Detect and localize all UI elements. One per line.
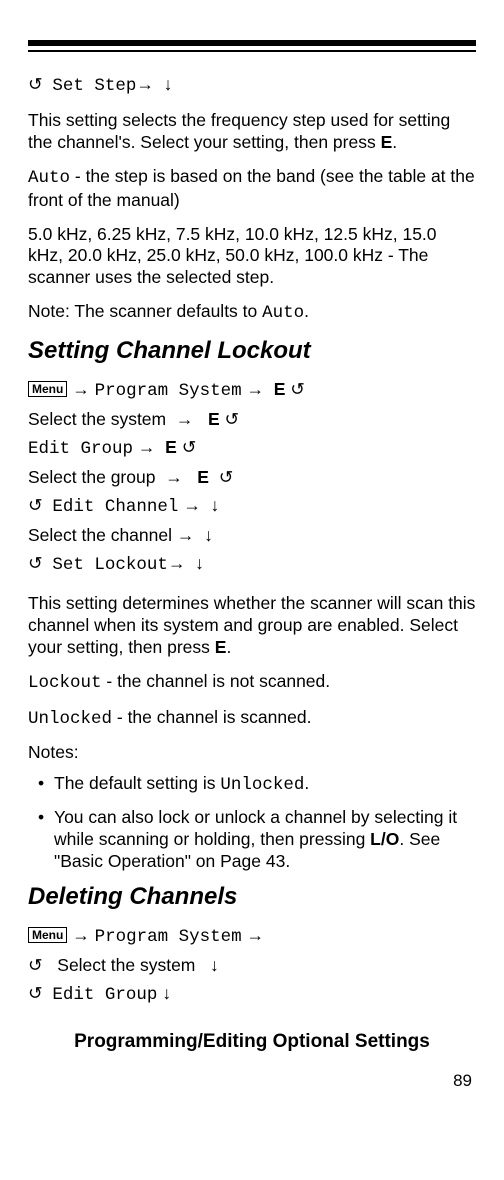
unlocked-code: Unlocked [28,709,112,729]
arrow-right-icon: → [165,467,183,487]
key-e: E [274,379,286,399]
arrow-down-icon: ↓ [195,553,204,573]
auto-desc: Auto - the step is based on the band (se… [28,166,476,212]
page-number: 89 [28,1071,476,1091]
notes-list: The default setting is Unlocked. You can… [28,773,476,873]
arrow-down-icon: ↓ [204,525,213,545]
refresh-icon: ↺ [225,409,240,429]
refresh-icon: ↺ [28,955,43,975]
list-item: You can also lock or unlock a channel by… [28,807,476,873]
lockout-step-3: Edit Group → E ↺ [28,433,476,463]
text: Select the system [28,409,166,429]
lockout-option: Lockout - the channel is not scanned. [28,671,476,695]
text: The default setting is [54,773,220,793]
arrow-down-icon: ↓ [164,74,173,94]
refresh-icon: ↺ [290,379,305,399]
refresh-icon: ↺ [28,74,43,94]
arrow-right-icon: → [138,437,156,457]
text: Select the group [28,467,155,487]
refresh-icon: ↺ [28,495,43,515]
key-e: E [165,437,177,457]
set-step-label: Set Step [52,76,136,96]
arrow-right-icon: → [72,379,90,399]
edit-group-label: Edit Group [28,439,133,459]
text: - the channel is not scanned. [102,671,331,691]
text: This setting determines whether the scan… [28,593,475,657]
text: - the channel is scanned. [112,707,311,727]
auto-label: Auto [28,168,70,188]
auto-code: Auto [262,303,304,323]
edit-group-label: Edit Group [52,985,157,1005]
arrow-down-icon: ↓ [211,495,220,515]
set-step-desc: This setting selects the frequency step … [28,110,476,154]
text: Select the system [57,955,195,975]
unlocked-code: Unlocked [220,775,304,795]
edit-channel-label: Edit Channel [52,497,178,517]
top-rule-thick [28,40,476,46]
lockout-code: Lockout [28,673,102,693]
key-lo: L/O [370,829,399,849]
text: . [392,132,397,152]
list-item: The default setting is Unlocked. [28,773,476,797]
arrow-right-icon: → [177,525,195,545]
refresh-icon: ↺ [28,983,43,1003]
key-e: E [208,409,220,429]
lockout-step-7: ↺ Set Lockout→ ↓ [28,549,476,579]
arrow-right-icon: → [183,495,201,515]
key-e: E [197,467,209,487]
text: . [304,773,309,793]
steps-list: 5.0 kHz, 6.25 kHz, 7.5 kHz, 10.0 kHz, 12… [28,224,476,290]
unlocked-option: Unlocked - the channel is scanned. [28,707,476,731]
heading-deleting: Deleting Channels [28,883,476,911]
lockout-step-6: Select the channel → ↓ [28,521,476,549]
arrow-down-icon: ↓ [162,983,171,1003]
arrow-right-icon: → [72,925,90,945]
arrow-right-icon: → [247,379,265,399]
refresh-icon: ↺ [28,553,43,573]
lockout-desc: This setting determines whether the scan… [28,593,476,659]
refresh-icon: ↺ [219,467,234,487]
arrow-right-icon: → [176,409,194,429]
lockout-step-4: Select the group → E ↺ [28,463,476,491]
deleting-step-1: Menu → Program System → [28,921,476,951]
arrow-right-icon: → [136,74,154,94]
program-system-label: Program System [95,927,242,947]
lockout-step-1: Menu → Program System → E ↺ [28,375,476,405]
text: Select the channel [28,525,172,545]
text: . [304,301,309,321]
key-e: E [215,637,227,657]
text: Note: The scanner defaults to [28,301,262,321]
note-auto: Note: The scanner defaults to Auto. [28,301,476,325]
heading-lockout: Setting Channel Lockout [28,337,476,365]
top-rule-thin [28,50,476,52]
text: - the step is based on the band (see the… [28,166,475,210]
lockout-step-5: ↺ Edit Channel → ↓ [28,491,476,521]
key-e: E [381,132,393,152]
page-container: ↺ Set Step→ ↓ This setting selects the f… [0,0,504,1111]
arrow-right-icon: → [247,925,265,945]
deleting-step-3: ↺ Edit Group ↓ [28,979,476,1009]
arrow-down-icon: ↓ [210,955,219,975]
deleting-step-2: ↺ Select the system ↓ [28,951,476,979]
set-step-line: ↺ Set Step→ ↓ [28,70,476,100]
lockout-step-2: Select the system → E ↺ [28,405,476,433]
program-system-label: Program System [95,381,242,401]
menu-button-icon: Menu [28,927,67,943]
menu-button-icon: Menu [28,381,67,397]
arrow-right-icon: → [168,553,186,573]
notes-label: Notes: [28,742,476,763]
refresh-icon: ↺ [182,437,197,457]
text: . [226,637,231,657]
set-lockout-label: Set Lockout [52,555,168,575]
footer-section-title: Programming/Editing Optional Settings [28,1031,476,1053]
